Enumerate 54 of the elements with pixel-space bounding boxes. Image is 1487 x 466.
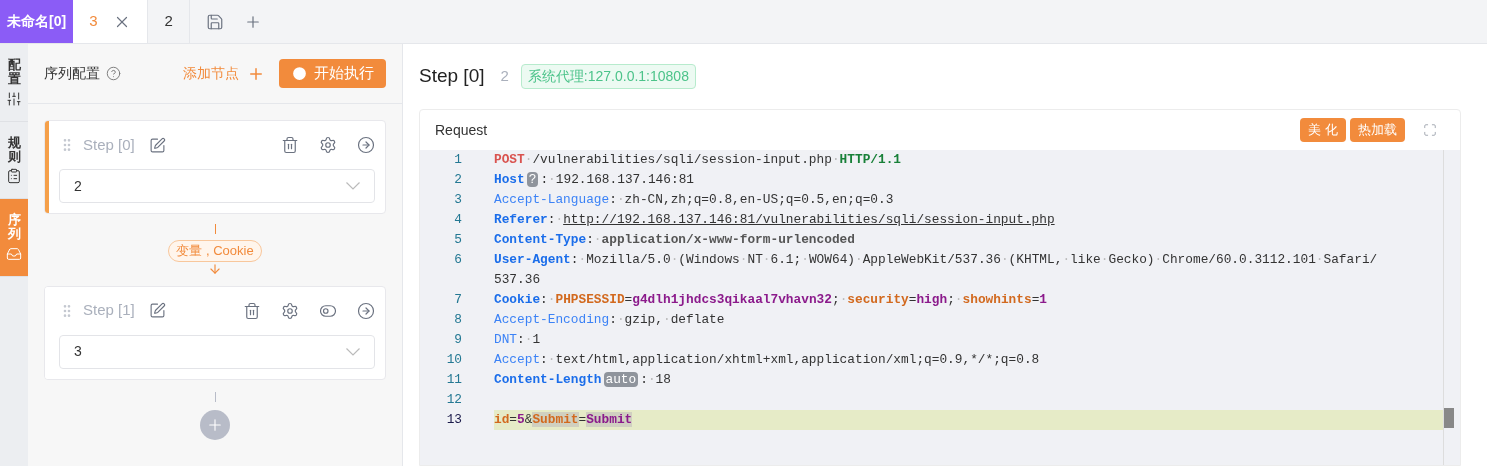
- edit-icon[interactable]: [148, 136, 166, 154]
- line-number: 10: [445, 351, 462, 369]
- side-tab-icon: [6, 245, 22, 262]
- code-line: DNT:·1: [494, 331, 542, 349]
- line-number: 12: [445, 391, 462, 409]
- sidebar-title: 序列配置: [44, 64, 100, 83]
- step-card[interactable]: Step [1] 3: [44, 285, 386, 380]
- code-line: Content-Length auto :·18: [494, 371, 672, 389]
- settings-icon[interactable]: [319, 136, 337, 154]
- help-icon[interactable]: [106, 66, 121, 81]
- step-heading: Step [0]: [419, 64, 485, 89]
- trash-icon[interactable]: [243, 301, 261, 320]
- proxy-tag: 系统代理:127.0.0.1:10808: [520, 64, 696, 89]
- settings-icon[interactable]: [281, 301, 299, 320]
- trash-icon[interactable]: [281, 136, 299, 154]
- step-card[interactable]: Step [0] 2: [44, 120, 386, 214]
- step-title: Step [0]: [83, 134, 135, 155]
- step-title: Step [1]: [83, 300, 135, 321]
- step-select[interactable]: 3: [59, 334, 375, 369]
- link-label: 变量 , Cookie: [168, 240, 262, 262]
- line-number: 1: [453, 151, 462, 169]
- code-line: Referer:·http://192.168.137.146:81/vulnerabilities/sqli/session-input.php: [494, 211, 1056, 229]
- chevron-down-icon: [346, 347, 360, 356]
- side-tab-icon: [6, 90, 22, 107]
- code-line: User-Agent:·Mozilla/5.0·(Windows·NT·6.1;·WOW64)·AppleWebKit/537.36·(KHTML,·like·Gecko)·Chrome/60.0.3112.101·Safari/: [494, 251, 1379, 269]
- code-line: 537.36: [494, 271, 542, 289]
- line-number: 5: [453, 231, 462, 249]
- code-line: Accept:·text/html,application/xhtml+xml,application/xml;q=0.9,*/*;q=0.8: [494, 351, 1041, 369]
- code-line: Accept-Language:·zh-CN,zh;q=0.8,en-US;q=0.5,en;q=0.3: [494, 191, 895, 209]
- side-tab-icon: [6, 168, 22, 185]
- line-number: 6: [453, 251, 462, 269]
- code-line: Cookie:·PHPSESSID=g4dlh1jhdcs3qikaal7vhavn32;·security=high;·showhints=1: [494, 291, 1049, 309]
- line-number: 9: [453, 331, 462, 349]
- line-number: 4: [453, 211, 462, 229]
- chevron-down-icon: [346, 182, 360, 190]
- tab[interactable]: 2: [148, 0, 190, 43]
- line-number: 7: [453, 291, 462, 309]
- code-line: POST·/vulnerabilities/sqli/session-input.php·HTTP/1.1: [494, 151, 903, 169]
- code-line: Accept-Encoding:·gzip,·deflate: [494, 311, 726, 329]
- line-number: 11: [445, 371, 462, 389]
- line-number: 13: [445, 411, 462, 429]
- save-icon[interactable]: [205, 12, 224, 31]
- step-select[interactable]: 2: [59, 169, 375, 203]
- code-line: Content-Type:·application/x-www-form-urlencoded: [494, 231, 856, 249]
- line-number: 2: [453, 171, 462, 189]
- workspace-tab[interactable]: 未命名[0]: [0, 0, 74, 43]
- step-count: 2: [500, 66, 509, 87]
- line-number: 3: [453, 191, 462, 209]
- panel-title: Request: [435, 120, 488, 140]
- arrow-right-icon[interactable]: [357, 301, 375, 320]
- code-line: Host ? :·192.168.137.146:81: [494, 171, 695, 189]
- edit-icon[interactable]: [148, 302, 166, 319]
- line-number: 8: [453, 311, 462, 329]
- arrow-right-icon[interactable]: [357, 136, 375, 154]
